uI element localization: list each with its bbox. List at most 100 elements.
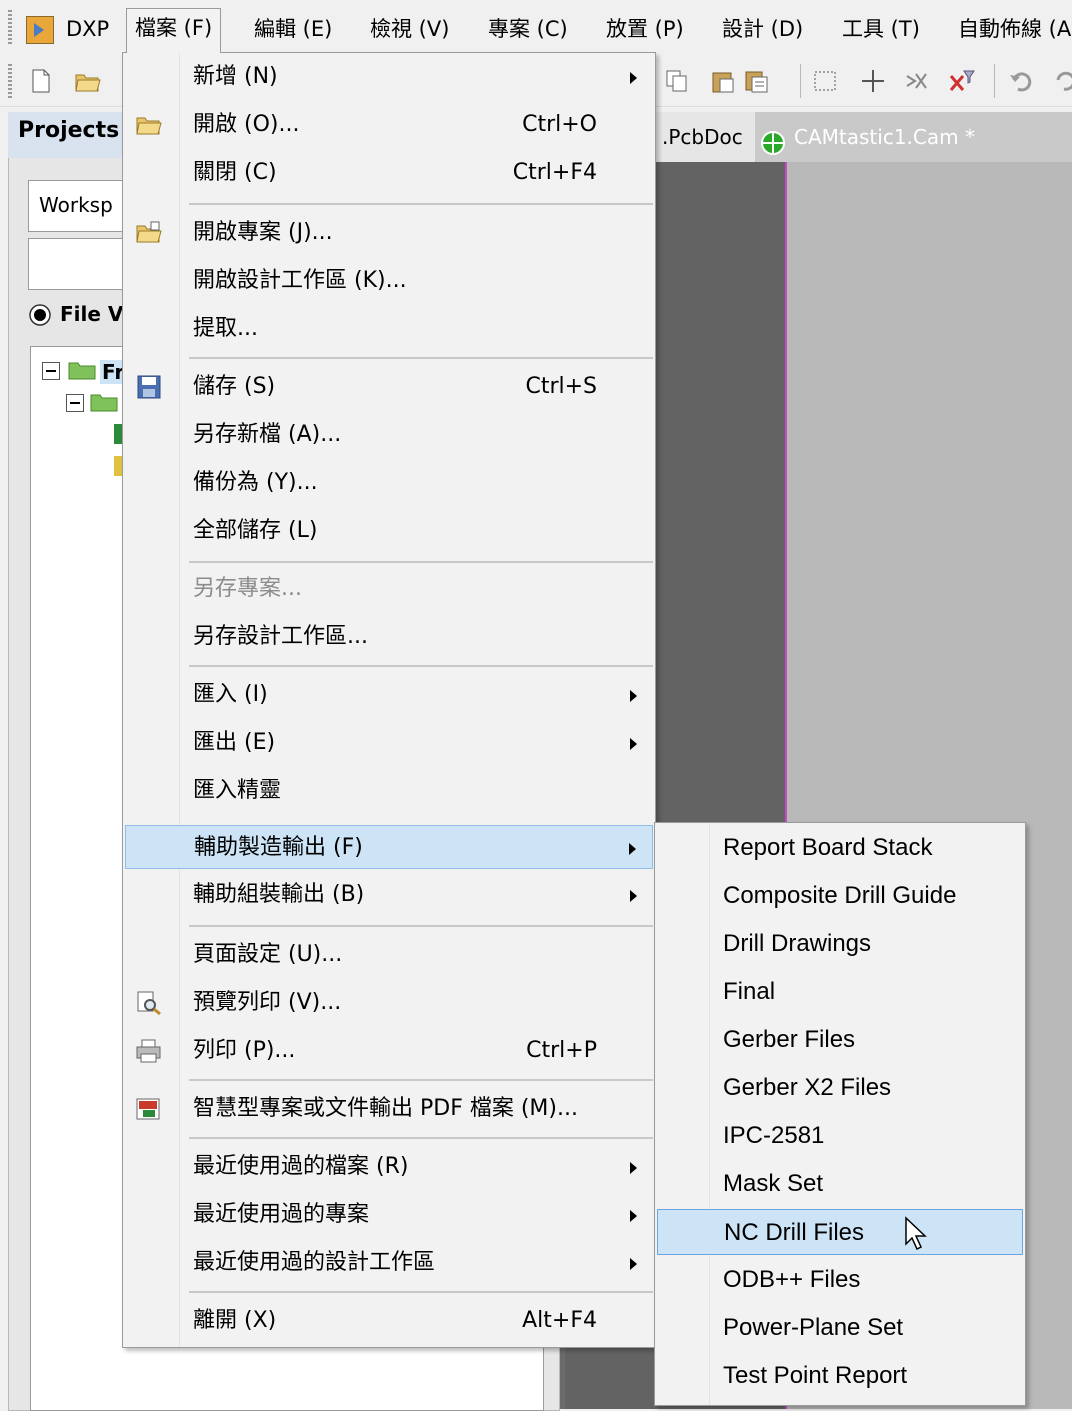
- print-preview-icon: [135, 990, 163, 1016]
- submenu-item-final[interactable]: Final: [655, 969, 1025, 1015]
- select-area-icon[interactable]: [812, 68, 838, 94]
- menu-item-shortcut: Alt+F4: [522, 1308, 597, 1333]
- menu-item-save-all[interactable]: 全部儲存 (L): [123, 509, 655, 553]
- submenu-item-drill-drawings[interactable]: Drill Drawings: [655, 921, 1025, 967]
- menu-item-save-project-as[interactable]: 另存專案...: [123, 567, 655, 611]
- menu-design[interactable]: 設計 (D): [714, 10, 811, 48]
- menu-item-recent-projects[interactable]: 最近使用過的專案: [123, 1193, 655, 1237]
- menu-item-label: 關閉 (C): [193, 160, 277, 185]
- menu-item-open[interactable]: 開啟 (O)... Ctrl+O: [123, 103, 655, 147]
- submenu-item-label: Gerber Files: [723, 1026, 856, 1053]
- menu-autoroute[interactable]: 自動佈線 (A: [950, 10, 1072, 48]
- menu-item-page-setup[interactable]: 頁面設定 (U)...: [123, 933, 655, 977]
- copy-icon[interactable]: [664, 68, 690, 94]
- menu-place[interactable]: 放置 (P): [598, 10, 692, 48]
- menu-item-save-as[interactable]: 另存新檔 (A)...: [123, 413, 655, 457]
- paste-icon[interactable]: [710, 68, 736, 94]
- fabrication-outputs-submenu: Report Board Stack Composite Drill Guide…: [654, 822, 1026, 1406]
- menu-item-label: 匯入 (I): [193, 682, 268, 707]
- submenu-item-label: Test Point Report: [723, 1362, 908, 1389]
- submenu-item-gerber-files[interactable]: Gerber Files: [655, 1017, 1025, 1063]
- menu-item-import-wizard[interactable]: 匯入精靈: [123, 769, 655, 813]
- mouse-cursor-icon: [904, 1216, 930, 1258]
- menu-item-backup-as[interactable]: 備份為 (Y)...: [123, 461, 655, 505]
- menu-item-shortcut: Ctrl+O: [522, 112, 597, 137]
- submenu-arrow-icon: [630, 1162, 637, 1174]
- redo-icon[interactable]: [1054, 68, 1072, 94]
- deselect-icon[interactable]: [904, 68, 930, 94]
- camtastic-icon: [760, 124, 786, 155]
- submenu-arrow-icon: [630, 72, 637, 84]
- submenu-arrow-icon: [629, 843, 636, 855]
- submenu-arrow-icon: [630, 1210, 637, 1222]
- menu-project[interactable]: 專案 (C): [480, 10, 576, 48]
- open-folder-icon[interactable]: [74, 68, 101, 94]
- submenu-item-composite-drill-guide[interactable]: Composite Drill Guide: [655, 873, 1025, 919]
- submenu-item-odb-files[interactable]: ODB++ Files: [655, 1257, 1025, 1303]
- submenu-item-ipc-2581[interactable]: IPC-2581: [655, 1113, 1025, 1159]
- menu-item-label: 備份為 (Y)...: [193, 470, 318, 495]
- menu-tools[interactable]: 工具 (T): [834, 10, 928, 48]
- paste-special-icon[interactable]: [744, 68, 770, 94]
- toolbar-separator: [994, 64, 995, 98]
- dxp-logo-icon: [26, 16, 54, 44]
- menu-item-smart-pdf[interactable]: 智慧型專案或文件輸出 PDF 檔案 (M)...: [123, 1087, 655, 1131]
- menu-item-print-preview[interactable]: 預覽列印 (V)...: [123, 981, 655, 1025]
- tree-collapse-icon[interactable]: [66, 394, 84, 412]
- tree-collapse-icon[interactable]: [42, 362, 60, 380]
- menu-separator: [189, 357, 653, 359]
- menu-item-open-workspace[interactable]: 開啟設計工作區 (K)...: [123, 259, 655, 303]
- submenu-item-report-board-stack[interactable]: Report Board Stack: [655, 825, 1025, 871]
- submenu-item-nc-drill-files[interactable]: NC Drill Files: [657, 1209, 1023, 1255]
- menu-item-recent-documents[interactable]: 最近使用過的檔案 (R): [123, 1145, 655, 1189]
- submenu-item-mask-set[interactable]: Mask Set: [655, 1161, 1025, 1207]
- folder-icon: [68, 360, 96, 380]
- menu-item-new[interactable]: 新增 (N): [123, 55, 655, 99]
- menu-item-shortcut: Ctrl+F4: [512, 160, 597, 185]
- submenu-item-label: Drill Drawings: [723, 930, 872, 957]
- submenu-arrow-icon: [630, 1258, 637, 1270]
- submenu-item-power-plane-set[interactable]: Power-Plane Set: [655, 1305, 1025, 1351]
- menu-edit[interactable]: 編輯 (E): [246, 10, 340, 48]
- menu-separator: [189, 925, 653, 927]
- menu-view[interactable]: 檢視 (V): [362, 10, 457, 48]
- menu-separator: [189, 1079, 653, 1081]
- menu-item-label: 全部儲存 (L): [193, 518, 318, 543]
- file-view-radio[interactable]: [28, 303, 52, 327]
- menu-item-extract[interactable]: 提取...: [123, 307, 655, 351]
- menu-item-exit[interactable]: 離開 (X) Alt+F4: [123, 1299, 655, 1343]
- menu-item-label: 預覽列印 (V)...: [193, 990, 342, 1015]
- undo-icon[interactable]: [1008, 68, 1034, 94]
- file-menu: 新增 (N) 開啟 (O)... Ctrl+O 關閉 (C) Ctrl+F4 開…: [122, 52, 656, 1348]
- menu-file[interactable]: 檔案 (F): [126, 8, 222, 53]
- menu-item-fabrication-outputs[interactable]: 輔助製造輸出 (F): [125, 825, 653, 869]
- menubar-grip[interactable]: [8, 10, 12, 46]
- menu-item-save-workspace-as[interactable]: 另存設計工作區...: [123, 615, 655, 659]
- menu-item-close[interactable]: 關閉 (C) Ctrl+F4: [123, 151, 655, 195]
- menu-item-import[interactable]: 匯入 (I): [123, 673, 655, 717]
- menu-item-label: 儲存 (S): [193, 374, 276, 399]
- printer-icon: [135, 1038, 163, 1064]
- menu-item-assembly-outputs[interactable]: 輔助組裝輸出 (B): [123, 873, 655, 917]
- menu-item-export[interactable]: 匯出 (E): [123, 721, 655, 765]
- toolbar-grip[interactable]: [8, 64, 12, 98]
- menu-item-recent-workspaces[interactable]: 最近使用過的設計工作區: [123, 1241, 655, 1285]
- open-folder-icon: [135, 112, 163, 138]
- menu-item-label: 提取...: [193, 316, 258, 341]
- menu-item-label: 頁面設定 (U)...: [193, 942, 343, 967]
- menu-item-label: 列印 (P)...: [193, 1038, 296, 1063]
- menu-dxp[interactable]: DXP: [58, 10, 117, 48]
- menu-item-open-project[interactable]: 開啟專案 (J)...: [123, 211, 655, 255]
- submenu-item-label: ODB++ Files: [723, 1266, 861, 1293]
- menu-item-print[interactable]: 列印 (P)... Ctrl+P: [123, 1029, 655, 1073]
- submenu-item-test-point-report[interactable]: Test Point Report: [655, 1353, 1025, 1399]
- tab-camtastic[interactable]: CAMtastic1.Cam *: [750, 112, 987, 162]
- tab-pcbdoc[interactable]: .PcbDoc: [650, 112, 755, 162]
- submenu-item-gerber-x2-files[interactable]: Gerber X2 Files: [655, 1065, 1025, 1111]
- menu-item-save[interactable]: 儲存 (S) Ctrl+S: [123, 365, 655, 409]
- menu-item-label: 離開 (X): [193, 1308, 277, 1333]
- move-icon[interactable]: [860, 68, 886, 94]
- new-document-icon[interactable]: [28, 68, 54, 94]
- clear-filter-icon[interactable]: [948, 68, 975, 94]
- submenu-arrow-icon: [630, 738, 637, 750]
